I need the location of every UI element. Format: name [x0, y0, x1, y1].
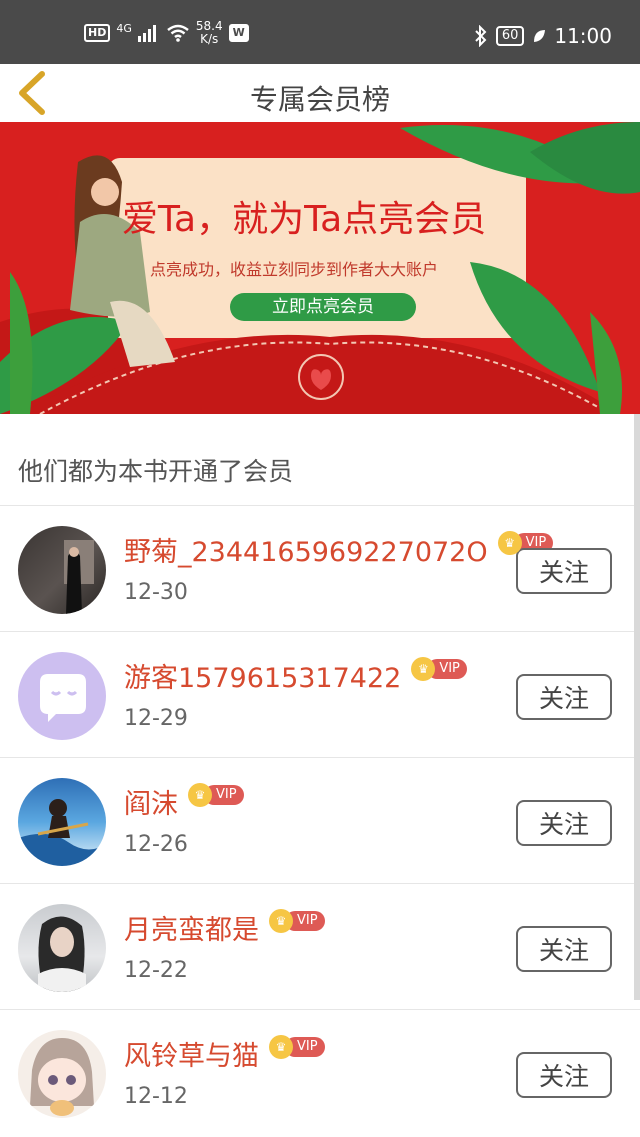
scrollbar[interactable] [634, 414, 640, 1000]
member-name-line: 风铃草与猫 ♛ VIP [124, 1034, 325, 1073]
member-name[interactable]: 野菊_2344165969227072O [124, 530, 488, 569]
join-date: 12-29 [124, 706, 188, 731]
speed-unit: K/s [200, 32, 219, 46]
join-date: 12-30 [124, 580, 188, 605]
avatar[interactable] [18, 778, 106, 866]
member-name-line: 游客1579615317422 ♛ VIP [124, 656, 467, 695]
list-item[interactable]: 游客1579615317422 ♛ VIP 12-29 关注 [0, 632, 640, 758]
battery-icon: 60 [495, 26, 525, 46]
wifi-icon [167, 24, 189, 42]
back-button[interactable] [14, 70, 54, 116]
member-name-line: 野菊_2344165969227072O ♛ VIP [124, 530, 554, 569]
vip-badge: ♛ VIP [411, 657, 467, 681]
network-label: 4G [116, 21, 132, 35]
join-date: 12-26 [124, 832, 188, 857]
section-title: 他们都为本书开通了会员 [18, 457, 294, 486]
member-name-line: 阎沫 ♛ VIP [124, 782, 244, 821]
crown-icon: ♛ [269, 1035, 293, 1059]
hd-icon: HD [84, 24, 111, 42]
status-left: HD 4G 58.4 K/s W [84, 20, 249, 46]
clock: 11:00 [554, 24, 612, 48]
wps-icon: W [228, 24, 249, 42]
vip-badge: ♛ VIP [269, 1035, 325, 1059]
avatar[interactable] [18, 652, 106, 740]
member-name[interactable]: 月亮蛮都是 [124, 908, 259, 947]
follow-button[interactable]: 关注 [516, 674, 612, 720]
leaf-icon [534, 30, 546, 42]
crown-icon: ♛ [269, 909, 293, 933]
follow-button[interactable]: 关注 [516, 1052, 612, 1098]
follow-button[interactable]: 关注 [516, 548, 612, 594]
join-date: 12-12 [124, 1084, 188, 1109]
list-item[interactable]: 风铃草与猫 ♛ VIP 12-12 关注 [0, 1010, 640, 1136]
avatar[interactable] [18, 904, 106, 992]
promo-banner[interactable]: 爱Ta，就为Ta点亮会员 点亮成功，收益立刻同步到作者大大账户 立即点亮会员 [0, 122, 640, 414]
banner-cta-button[interactable]: 立即点亮会员 [230, 293, 416, 321]
vip-badge: ♛ VIP [188, 783, 244, 807]
avatar[interactable] [18, 526, 106, 614]
follow-button[interactable]: 关注 [516, 926, 612, 972]
network-speed: 58.4 K/s [196, 20, 223, 46]
list-item[interactable]: 阎沫 ♛ VIP 12-26 关注 [0, 758, 640, 884]
avatar[interactable] [18, 1030, 106, 1118]
member-name-line: 月亮蛮都是 ♛ VIP [124, 908, 325, 947]
follow-button[interactable]: 关注 [516, 800, 612, 846]
signal-icon [137, 25, 156, 42]
vip-badge: ♛ VIP [269, 909, 325, 933]
list-item[interactable]: 野菊_2344165969227072O ♛ VIP 12-30 关注 [0, 506, 640, 632]
page-title: 专属会员榜 [249, 83, 390, 116]
crown-icon: ♛ [188, 783, 212, 807]
speed-value: 58.4 [195, 19, 223, 33]
list-item[interactable]: 月亮蛮都是 ♛ VIP 12-22 关注 [0, 884, 640, 1010]
banner-subline: 点亮成功，收益立刻同步到作者大大账户 [150, 260, 439, 279]
bluetooth-icon [475, 25, 487, 47]
crown-icon: ♛ [497, 531, 522, 555]
member-name[interactable]: 阎沫 [124, 782, 178, 821]
nav-bar: 专属会员榜 [0, 64, 640, 122]
chat-bubble-icon [40, 674, 86, 722]
status-bar: HD 4G 58.4 K/s W 60 11:00 [0, 0, 640, 64]
chevron-left-icon [19, 71, 45, 115]
member-name[interactable]: 游客1579615317422 [124, 656, 401, 695]
member-name[interactable]: 风铃草与猫 [124, 1034, 259, 1073]
banner-headline: 爱Ta，就为Ta点亮会员 [122, 199, 487, 240]
status-right: 60 11:00 [474, 24, 612, 48]
join-date: 12-22 [124, 958, 188, 983]
